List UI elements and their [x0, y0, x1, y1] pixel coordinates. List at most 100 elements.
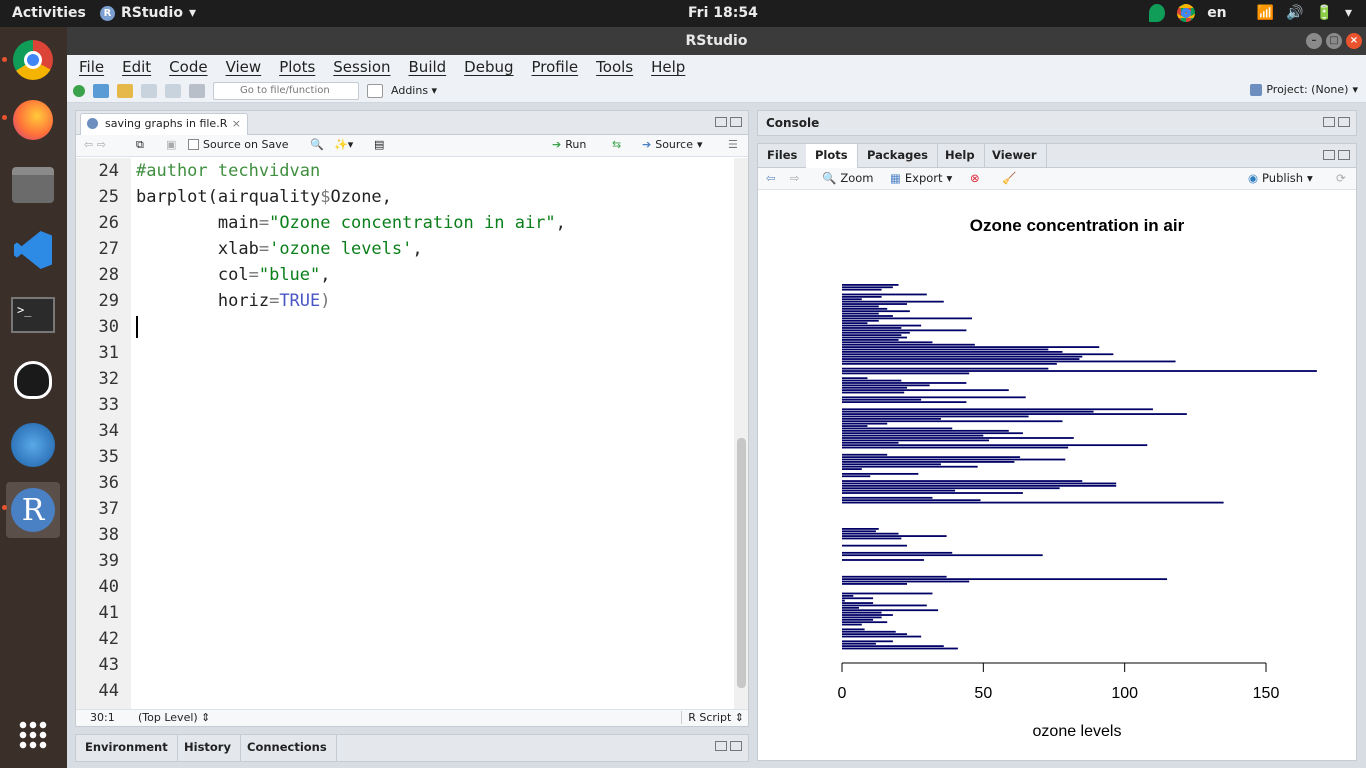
pane-window-controls[interactable]: [1323, 117, 1350, 127]
openoffice-icon[interactable]: [8, 420, 58, 470]
maximize-button[interactable]: □: [1326, 33, 1342, 49]
show-in-window-icon[interactable]: ⧉: [136, 138, 144, 152]
bar: [842, 446, 1069, 449]
menu-debug[interactable]: Debug: [464, 58, 513, 76]
close-tab-icon[interactable]: ×: [232, 114, 241, 134]
tab-connections[interactable]: Connections: [238, 735, 337, 762]
open-file-icon[interactable]: [117, 83, 133, 98]
goto-file-input[interactable]: Go to file/function: [213, 81, 359, 100]
close-button[interactable]: ×: [1346, 33, 1362, 49]
system-tray[interactable]: en 📶 🔊 🔋 ▾: [1149, 4, 1352, 22]
scrollbar-thumb[interactable]: [737, 438, 746, 688]
menu-session[interactable]: Session: [333, 58, 390, 76]
maximize-pane-icon[interactable]: [1338, 117, 1350, 127]
wifi-icon[interactable]: 📶: [1257, 5, 1274, 21]
inkscape-icon[interactable]: [8, 355, 58, 405]
file-type-selector[interactable]: R Script ⇕: [681, 711, 744, 724]
tab-saving-graphs[interactable]: saving graphs in file.R ×: [80, 113, 248, 135]
chevron-down-icon[interactable]: ▾: [1345, 5, 1352, 21]
tab-files[interactable]: Files: [758, 144, 808, 168]
menu-profile[interactable]: Profile: [532, 58, 579, 76]
compile-report-icon[interactable]: ▤: [374, 138, 384, 151]
pane-window-controls[interactable]: [715, 117, 742, 127]
layout-grid-icon[interactable]: [367, 83, 383, 98]
outline-icon[interactable]: ☰: [728, 138, 738, 151]
chrome-tray-icon[interactable]: [1177, 4, 1196, 22]
print-icon[interactable]: [189, 83, 205, 98]
menu-file[interactable]: File: [79, 58, 104, 76]
save-all-icon[interactable]: [165, 83, 181, 98]
run-button[interactable]: ➔ Run: [552, 138, 586, 151]
menu-code[interactable]: Code: [169, 58, 207, 76]
maximize-pane-icon[interactable]: [730, 117, 742, 127]
battery-icon[interactable]: 🔋: [1316, 5, 1333, 21]
menu-view[interactable]: View: [226, 58, 262, 76]
scope-selector[interactable]: (Top Level) ⇕: [138, 711, 210, 724]
back-forward-icon[interactable]: ⇦ ⇨: [84, 138, 106, 151]
console-pane[interactable]: Console: [757, 110, 1357, 136]
source-on-save-checkbox[interactable]: Source on Save: [188, 138, 288, 151]
minimize-pane-icon[interactable]: [1323, 150, 1335, 160]
project-menu[interactable]: Project: (None) ▾: [1250, 83, 1358, 96]
menu-plots[interactable]: Plots: [279, 58, 315, 76]
bar: [842, 544, 908, 547]
bar: [842, 329, 967, 332]
terminal-icon[interactable]: >_: [8, 290, 58, 340]
editor-scrollbar[interactable]: [734, 158, 748, 710]
minimize-pane-icon[interactable]: [715, 117, 727, 127]
prev-plot-icon[interactable]: ⇦: [766, 171, 776, 185]
addins-button[interactable]: Addins ▾: [391, 84, 437, 97]
tab-packages[interactable]: Packages: [858, 144, 938, 168]
window-titlebar[interactable]: RStudio – □ ×: [67, 27, 1366, 55]
tab-history[interactable]: History: [175, 735, 241, 762]
tab-environment[interactable]: Environment: [76, 735, 178, 762]
console-title[interactable]: Console: [766, 116, 819, 130]
tab-help[interactable]: Help: [936, 144, 985, 168]
tab-viewer[interactable]: Viewer: [983, 144, 1047, 168]
minimize-pane-icon[interactable]: [1323, 117, 1335, 127]
save-icon[interactable]: [141, 83, 157, 98]
menu-tools[interactable]: Tools: [596, 58, 633, 76]
pane-window-controls[interactable]: [1323, 150, 1350, 160]
pane-window-controls[interactable]: [715, 741, 742, 751]
next-plot-icon[interactable]: ⇨: [790, 171, 800, 185]
files-icon[interactable]: [8, 160, 58, 210]
minimize-pane-icon[interactable]: [715, 741, 727, 751]
clear-plots-icon[interactable]: 🧹: [1002, 171, 1016, 185]
chrome-icon[interactable]: [8, 35, 58, 85]
checkbox-icon[interactable]: [188, 139, 199, 150]
firefox-icon[interactable]: [8, 95, 58, 145]
minimize-button[interactable]: –: [1306, 33, 1322, 49]
zoom-button[interactable]: 🔍 Zoom: [822, 171, 873, 185]
export-button[interactable]: ▦ Export ▾: [890, 171, 952, 185]
activities-button[interactable]: Activities: [12, 5, 86, 21]
new-project-icon[interactable]: [93, 83, 109, 98]
code-area[interactable]: 24 25 26 27 28 29 30 31 32 33 34 35 36 3…: [76, 158, 736, 710]
maximize-pane-icon[interactable]: [1338, 150, 1350, 160]
menu-help[interactable]: Help: [651, 58, 685, 76]
apps-grid-icon[interactable]: [8, 710, 58, 760]
menu-build[interactable]: Build: [409, 58, 447, 76]
maximize-pane-icon[interactable]: [730, 741, 742, 751]
clock[interactable]: Fri 18:54: [688, 5, 758, 21]
rerun-icon[interactable]: ⇆: [612, 138, 621, 151]
tab-plots[interactable]: Plots: [806, 144, 858, 168]
publish-button[interactable]: ◉ Publish ▾: [1248, 171, 1313, 185]
refresh-icon[interactable]: ⟳: [1336, 171, 1346, 185]
save-file-icon[interactable]: ▣: [166, 138, 176, 151]
search-icon[interactable]: 🔍: [310, 138, 324, 151]
bar: [842, 288, 882, 291]
new-file-icon[interactable]: [73, 84, 85, 97]
language-indicator[interactable]: en: [1207, 5, 1226, 21]
rstudio-icon[interactable]: R: [6, 482, 60, 538]
code-token: =: [269, 291, 280, 311]
vscode-icon[interactable]: [8, 225, 58, 275]
volume-icon[interactable]: 🔊: [1286, 5, 1303, 21]
x-tick-label: 150: [1253, 685, 1280, 702]
app-menu[interactable]: R RStudio ▾: [100, 5, 196, 21]
code-tools-icon[interactable]: ✨▾: [334, 138, 353, 151]
source-button[interactable]: ➔ Source ▾: [642, 138, 703, 151]
menu-edit[interactable]: Edit: [122, 58, 151, 76]
remove-plot-icon[interactable]: ⊗: [970, 171, 980, 185]
hangouts-icon[interactable]: [1149, 4, 1166, 22]
